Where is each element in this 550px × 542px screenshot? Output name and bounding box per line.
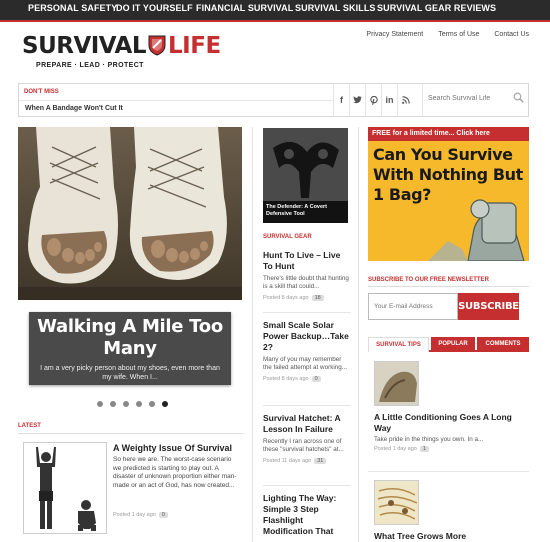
- nav-personal-safety[interactable]: PERSONAL SAFETY: [28, 3, 117, 13]
- tab-popular[interactable]: POPULAR: [431, 337, 475, 352]
- divider: [368, 286, 529, 287]
- divider: [19, 100, 334, 101]
- post-date: Posted 1 day ago: [374, 446, 417, 453]
- survival-gear-label: SURVIVAL GEAR: [263, 234, 312, 240]
- slider-dot[interactable]: [110, 401, 116, 407]
- column-divider: [252, 127, 253, 542]
- post-date: Posted 11 days ago: [263, 457, 312, 464]
- nav-accent-line: [0, 20, 550, 22]
- post-title[interactable]: Hunt To Live – Live To Hunt: [263, 250, 351, 272]
- slider-dots: [97, 401, 175, 407]
- latest-post-meta: Posted 1 day ago 0: [113, 503, 168, 521]
- post-title[interactable]: Lighting The Way: Simple 3 Step Flashlig…: [263, 493, 351, 537]
- shield-icon: [148, 35, 166, 56]
- sidebar-tabs: SURVIVAL TIPS POPULAR COMMENTS: [368, 337, 529, 352]
- comment-count-badge[interactable]: 0: [158, 512, 168, 518]
- tip-title[interactable]: What Tree Grows More: [374, 531, 524, 542]
- post-excerpt: There's little doubt that hunting is a s…: [263, 275, 349, 291]
- list-item: Small Scale Solar Power Backup…Take 2? M…: [263, 320, 351, 382]
- slider-image[interactable]: [18, 127, 242, 300]
- comment-count-badge[interactable]: 31: [314, 457, 327, 464]
- slider-title: Walking A Mile Too Many: [37, 316, 223, 359]
- tip-thumbnail[interactable]: [374, 361, 419, 406]
- slider-dot[interactable]: [97, 401, 103, 407]
- post-date: Posted 1 day ago: [113, 512, 156, 518]
- list-item: A Little Conditioning Goes A Long Way Ta…: [374, 412, 524, 453]
- nav-survival-skills[interactable]: SURVIVAL SKILLS: [295, 3, 376, 13]
- latest-label: LATEST: [18, 423, 41, 429]
- latest-thumbnail[interactable]: [23, 442, 107, 534]
- logo-tagline: PREPARE · LEAD · PROTECT: [36, 62, 144, 69]
- feature-caption[interactable]: The Defender: A Covert Defensive Tool: [263, 201, 348, 223]
- ad-top-link[interactable]: FREE for a limited time... Click here: [368, 127, 529, 141]
- twitter-icon[interactable]: [349, 84, 365, 116]
- dont-miss-story-link[interactable]: When A Bandage Won't Cut It: [25, 105, 123, 112]
- tip-title[interactable]: A Little Conditioning Goes A Long Way: [374, 412, 524, 434]
- list-item: Lighting The Way: Simple 3 Step Flashlig…: [263, 493, 351, 537]
- search-icon[interactable]: [513, 92, 524, 103]
- tab-comments[interactable]: COMMENTS: [477, 337, 529, 352]
- post-excerpt: Many of you may remember the failed atte…: [263, 356, 348, 372]
- dont-miss-label: DON'T MISS: [24, 89, 59, 95]
- list-item: Survival Hatchet: A Lesson In Failure Re…: [263, 413, 351, 464]
- linkedin-icon[interactable]: in: [381, 84, 397, 116]
- rss-icon[interactable]: [397, 84, 413, 116]
- slider-dot[interactable]: [123, 401, 129, 407]
- slider-dot[interactable]: [149, 401, 155, 407]
- tab-survival-tips[interactable]: SURVIVAL TIPS: [368, 337, 429, 352]
- social-links: f in: [333, 84, 413, 116]
- divider: [263, 485, 351, 486]
- search-input[interactable]: [428, 95, 508, 102]
- top-navigation: PERSONAL SAFETY DO IT YOURSELF FINANCIAL…: [0, 0, 550, 20]
- post-date: Posted 8 days ago: [263, 294, 309, 301]
- logo-word-life: LIFE: [168, 33, 221, 59]
- newsletter-email-input[interactable]: [368, 293, 458, 320]
- site-logo[interactable]: SURVIVAL LIFE: [22, 33, 221, 59]
- tip-thumbnail[interactable]: [374, 480, 419, 525]
- divider: [263, 405, 351, 406]
- dont-miss-bar: DON'T MISS When A Bandage Won't Cut It f…: [18, 83, 529, 117]
- post-date: Posted 8 days ago: [263, 375, 309, 382]
- slider-caption[interactable]: Walking A Mile Too Many I am a very pick…: [29, 312, 231, 385]
- facebook-icon[interactable]: f: [333, 84, 349, 116]
- figures-image: [24, 443, 106, 533]
- tree-food-image: [375, 481, 418, 524]
- latest-post-title[interactable]: A Weighty Issue Of Survival: [113, 443, 232, 453]
- search-box: [422, 84, 530, 116]
- terms-of-use-link[interactable]: Terms of Use: [438, 31, 479, 38]
- logo-word-survival: SURVIVAL: [22, 33, 147, 59]
- worn-shoes-image: [18, 127, 242, 300]
- list-item: Hunt To Live – Live To Hunt There's litt…: [263, 250, 351, 301]
- nav-financial-survival[interactable]: FINANCIAL SURVIVAL: [196, 3, 293, 13]
- subscribe-button[interactable]: SUBSCRIBE: [458, 293, 519, 320]
- newsletter-label: SUBSCRIBE TO OUR FREE NEWSLETTER: [368, 277, 489, 283]
- comment-count-badge[interactable]: 0: [311, 375, 321, 382]
- comment-count-badge[interactable]: 18: [311, 294, 324, 301]
- hiker-illustration: [428, 199, 525, 261]
- divider: [368, 471, 529, 472]
- nav-do-it-yourself[interactable]: DO IT YOURSELF: [116, 3, 193, 13]
- comment-count-badge[interactable]: 1: [419, 446, 429, 453]
- contact-us-link[interactable]: Contact Us: [494, 31, 529, 38]
- divider: [263, 312, 351, 313]
- column-divider: [358, 127, 359, 542]
- post-title[interactable]: Small Scale Solar Power Backup…Take 2?: [263, 320, 351, 353]
- post-excerpt: Recently I ran across one of these "surv…: [263, 438, 344, 454]
- advertisement-banner[interactable]: FREE for a limited time... Click here Ca…: [368, 127, 529, 261]
- header-links: Privacy Statement Terms of Use Contact U…: [353, 31, 529, 38]
- nav-survival-gear-reviews[interactable]: SURVIVAL GEAR REVIEWS: [377, 3, 496, 13]
- slider-dot[interactable]: [136, 401, 142, 407]
- post-title[interactable]: Survival Hatchet: A Lesson In Failure: [263, 413, 351, 435]
- list-item: What Tree Grows More: [374, 531, 524, 542]
- latest-post-excerpt: So here we are. The worst-case scenario …: [113, 456, 237, 489]
- pinterest-icon[interactable]: [365, 84, 381, 116]
- tip-excerpt: Take pride in the things you own. In a..…: [374, 436, 484, 443]
- divider: [18, 433, 243, 434]
- conditioning-image: [375, 362, 418, 405]
- slider-dot-active[interactable]: [162, 401, 168, 407]
- slider-excerpt: I am a very picky person about my shoes,…: [40, 365, 220, 381]
- privacy-statement-link[interactable]: Privacy Statement: [366, 31, 423, 38]
